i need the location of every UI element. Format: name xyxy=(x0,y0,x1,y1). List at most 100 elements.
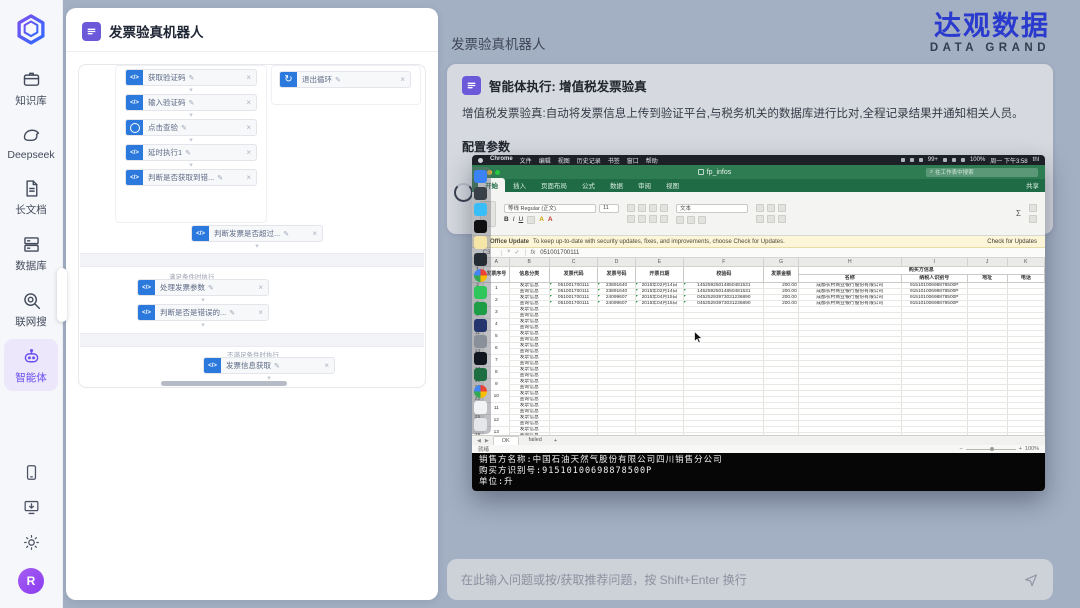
node-label: 退出循环 xyxy=(302,74,332,85)
workflow-node[interactable]: 输入验证码 xyxy=(125,94,257,111)
workflow-node[interactable]: 判断是否获取到错... xyxy=(125,169,257,186)
node-label: 判断是否获取到错... xyxy=(148,172,214,183)
node-label: 延时执行1 xyxy=(148,147,182,158)
edit-icon[interactable] xyxy=(181,124,187,132)
dock-chrome-icon xyxy=(474,269,487,282)
node-label: 点击查验 xyxy=(148,122,178,133)
flow-arrow-icon xyxy=(201,321,205,329)
dock-launchpad-icon xyxy=(474,187,487,200)
mac-menu-items: Chrome文件编辑视图历史记录书签窗口帮助 xyxy=(490,156,658,165)
delete-node-icon[interactable] xyxy=(246,173,251,182)
sidebar-item-knowledge[interactable]: 知识库 xyxy=(4,62,58,114)
menubar-status-icon xyxy=(910,158,914,162)
sheet-tab-OK: OK xyxy=(493,436,519,445)
edit-icon[interactable] xyxy=(229,309,235,317)
terminal-line: 单位:升 xyxy=(479,477,1038,488)
loop-node-stack: 获取验证码输入验证码点击查验延时执行1 判断是否获取到错... xyxy=(125,69,257,186)
sheet-search-input: ⌕ 在工作表中搜索 xyxy=(926,168,1038,177)
sidebar-item-label: 智能体 xyxy=(15,370,47,385)
delete-node-icon[interactable] xyxy=(400,75,405,84)
fill-color-button: A xyxy=(539,216,544,223)
edit-icon[interactable] xyxy=(283,230,289,238)
dock-wechat-icon xyxy=(474,286,487,299)
delete-node-icon[interactable] xyxy=(246,148,251,157)
mac-menu-item: Chrome xyxy=(490,156,513,165)
edit-icon[interactable] xyxy=(189,99,195,107)
delete-node-icon[interactable] xyxy=(312,229,317,238)
edit-icon[interactable] xyxy=(208,284,214,292)
sidebar-item-websearch[interactable]: 联网搜 xyxy=(4,283,58,335)
sidebar-item-agent[interactable]: 智能体 xyxy=(4,339,58,391)
delete-node-icon[interactable] xyxy=(324,361,329,370)
workflow-hscrollbar[interactable] xyxy=(161,381,287,386)
exec-description: 增值税发票验真:自动将发票信息上传到验证平台,与税务机关的数据库进行比对,全程记… xyxy=(447,95,1053,121)
sidebar-item-label: Deepseek xyxy=(7,149,54,161)
node-code-icon xyxy=(192,225,209,242)
send-icon[interactable] xyxy=(1023,572,1039,588)
excel-titlebar: fp_infos ⌕ 在工作表中搜索 xyxy=(472,165,1045,179)
delete-node-icon[interactable] xyxy=(246,123,251,132)
excel-tab-页面布局: 页面布局 xyxy=(534,178,574,192)
menubar-status-icon xyxy=(943,158,947,162)
edit-icon[interactable] xyxy=(217,174,223,182)
node-label: 判断是否是错误的... xyxy=(160,307,226,318)
search-icon: ⌕ xyxy=(930,169,933,176)
mac-menu-item: 编辑 xyxy=(539,156,551,165)
workflow-node[interactable]: 退出循环 xyxy=(279,71,411,88)
sidebar-item-label: 知识库 xyxy=(15,93,47,108)
panel-resize-handle[interactable] xyxy=(57,268,67,322)
chat-title: 发票验真机器人 xyxy=(451,33,546,53)
sidebar-item-database[interactable]: 数据库 xyxy=(4,227,58,279)
excel-tab-数据: 数据 xyxy=(603,178,630,192)
chat-input-bar xyxy=(447,559,1053,600)
delete-node-icon[interactable] xyxy=(246,73,251,82)
workflow-canvas[interactable]: 获取验证码输入验证码点击查验延时执行1 判断是否获取到错... 退出循环 判断发票… xyxy=(78,64,426,388)
app-logo-icon[interactable] xyxy=(12,12,50,50)
mac-menubar: Chrome文件编辑视图历史记录书签窗口帮助 99+100%周一 下午3:58t… xyxy=(472,155,1045,165)
settings-gear-icon[interactable] xyxy=(22,533,41,552)
menubar-status-text: 99+ xyxy=(928,157,938,163)
condition-band-bottom xyxy=(80,333,424,347)
menubar-status-icon xyxy=(961,158,965,162)
dock-notes-icon xyxy=(474,236,487,249)
desktop-download-icon[interactable] xyxy=(22,498,41,517)
edit-icon[interactable] xyxy=(274,362,280,370)
brand-logo-en: DATA GRAND xyxy=(930,42,1050,54)
workflow-node[interactable]: 发票信息获取 xyxy=(203,357,335,374)
excel-tab-公式: 公式 xyxy=(575,178,602,192)
chat-input[interactable] xyxy=(461,573,1023,587)
next-sheet-icon: ▶ xyxy=(485,438,489,444)
sheet-tab-failed: failed xyxy=(521,436,550,445)
dock-finder-icon xyxy=(474,170,487,183)
font-name-select: 等线 Regular (正文) xyxy=(504,204,596,213)
sidebar-item-longdoc[interactable]: 长文档 xyxy=(4,171,58,223)
delete-node-icon[interactable] xyxy=(258,308,263,317)
mobile-app-icon[interactable] xyxy=(22,463,41,482)
sidebar-item-deepseek[interactable]: Deepseek xyxy=(4,118,58,167)
dock-keynote-icon xyxy=(474,335,487,348)
workflow-node[interactable]: 判断发票是否超过... xyxy=(191,225,323,242)
workflow-node[interactable]: 判断是否是错误的... xyxy=(137,304,269,321)
excel-tab-视图: 视图 xyxy=(659,178,686,192)
workflow-node[interactable]: 处理发票参数 xyxy=(137,279,269,296)
edit-icon[interactable] xyxy=(185,149,191,157)
edit-icon[interactable] xyxy=(189,74,195,82)
edit-icon[interactable] xyxy=(335,76,341,84)
node-loop-icon xyxy=(280,71,297,88)
border-button xyxy=(527,216,535,224)
dock-x-app-icon xyxy=(474,352,487,365)
dock-wikipedia-icon xyxy=(474,319,487,332)
workflow-node[interactable]: 延时执行1 xyxy=(125,144,257,161)
menubar-status-icon xyxy=(919,158,923,162)
document-title: fp_infos xyxy=(698,169,732,176)
delete-node-icon[interactable] xyxy=(246,98,251,107)
workflow-node[interactable]: 获取验证码 xyxy=(125,69,257,86)
delete-node-icon[interactable] xyxy=(258,283,263,292)
sidebar-item-label: 联网搜 xyxy=(15,314,47,329)
agent-icon xyxy=(21,346,42,367)
exit-node-slot: 退出循环 xyxy=(279,71,411,88)
menubar-status-icon xyxy=(952,158,956,162)
workflow-node[interactable]: 点击查验 xyxy=(125,119,257,136)
long-doc-icon xyxy=(21,178,42,199)
user-avatar[interactable]: R xyxy=(18,568,44,594)
